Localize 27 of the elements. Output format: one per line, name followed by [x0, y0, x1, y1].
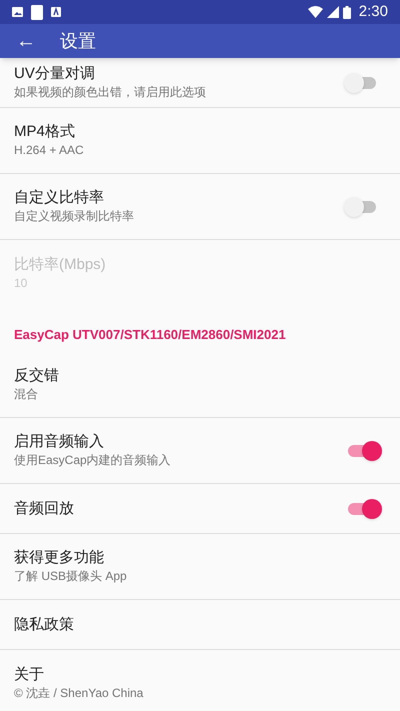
- category-header: EasyCap UTV007/STK1160/EM2860/SMI2021: [14, 326, 286, 344]
- back-button[interactable]: ←: [0, 31, 44, 51]
- status-time: 2:30: [358, 2, 388, 22]
- setting-summary: 使用EasyCap内建的音频输入: [14, 452, 172, 469]
- setting-title: MP4格式: [14, 122, 76, 142]
- document-icon: [31, 4, 43, 20]
- setting-title: 音频回放: [14, 498, 75, 518]
- wifi-icon: [308, 6, 323, 18]
- setting-title: UV分量对调: [14, 64, 96, 84]
- setting-summary: H.264 + AAC: [14, 142, 85, 159]
- battery-icon: [342, 6, 351, 18]
- setting-title: 自定义比特率: [14, 188, 105, 208]
- setting-title: 关于: [14, 664, 45, 684]
- image-icon: [12, 7, 23, 17]
- setting-title: 启用音频输入: [14, 432, 105, 452]
- setting-title: 隐私政策: [14, 614, 75, 634]
- setting-title: 获得更多功能: [14, 548, 105, 568]
- screen-title: 设置: [60, 30, 96, 52]
- setting-summary: 自定义视频录制比特率: [14, 208, 135, 225]
- setting-title: 比特率(Mbps): [14, 254, 107, 274]
- setting-summary: 混合: [14, 386, 39, 403]
- signal-icon: [326, 6, 339, 18]
- setting-title: 反交错: [14, 366, 60, 386]
- setting-summary: 了解 USB摄像头 App: [14, 568, 128, 585]
- setting-summary: © 沈垚 / ShenYao China: [14, 684, 144, 702]
- keyboard-icon: [51, 7, 61, 17]
- setting-summary: 如果视频的颜色出错，请启用此选项: [14, 84, 207, 101]
